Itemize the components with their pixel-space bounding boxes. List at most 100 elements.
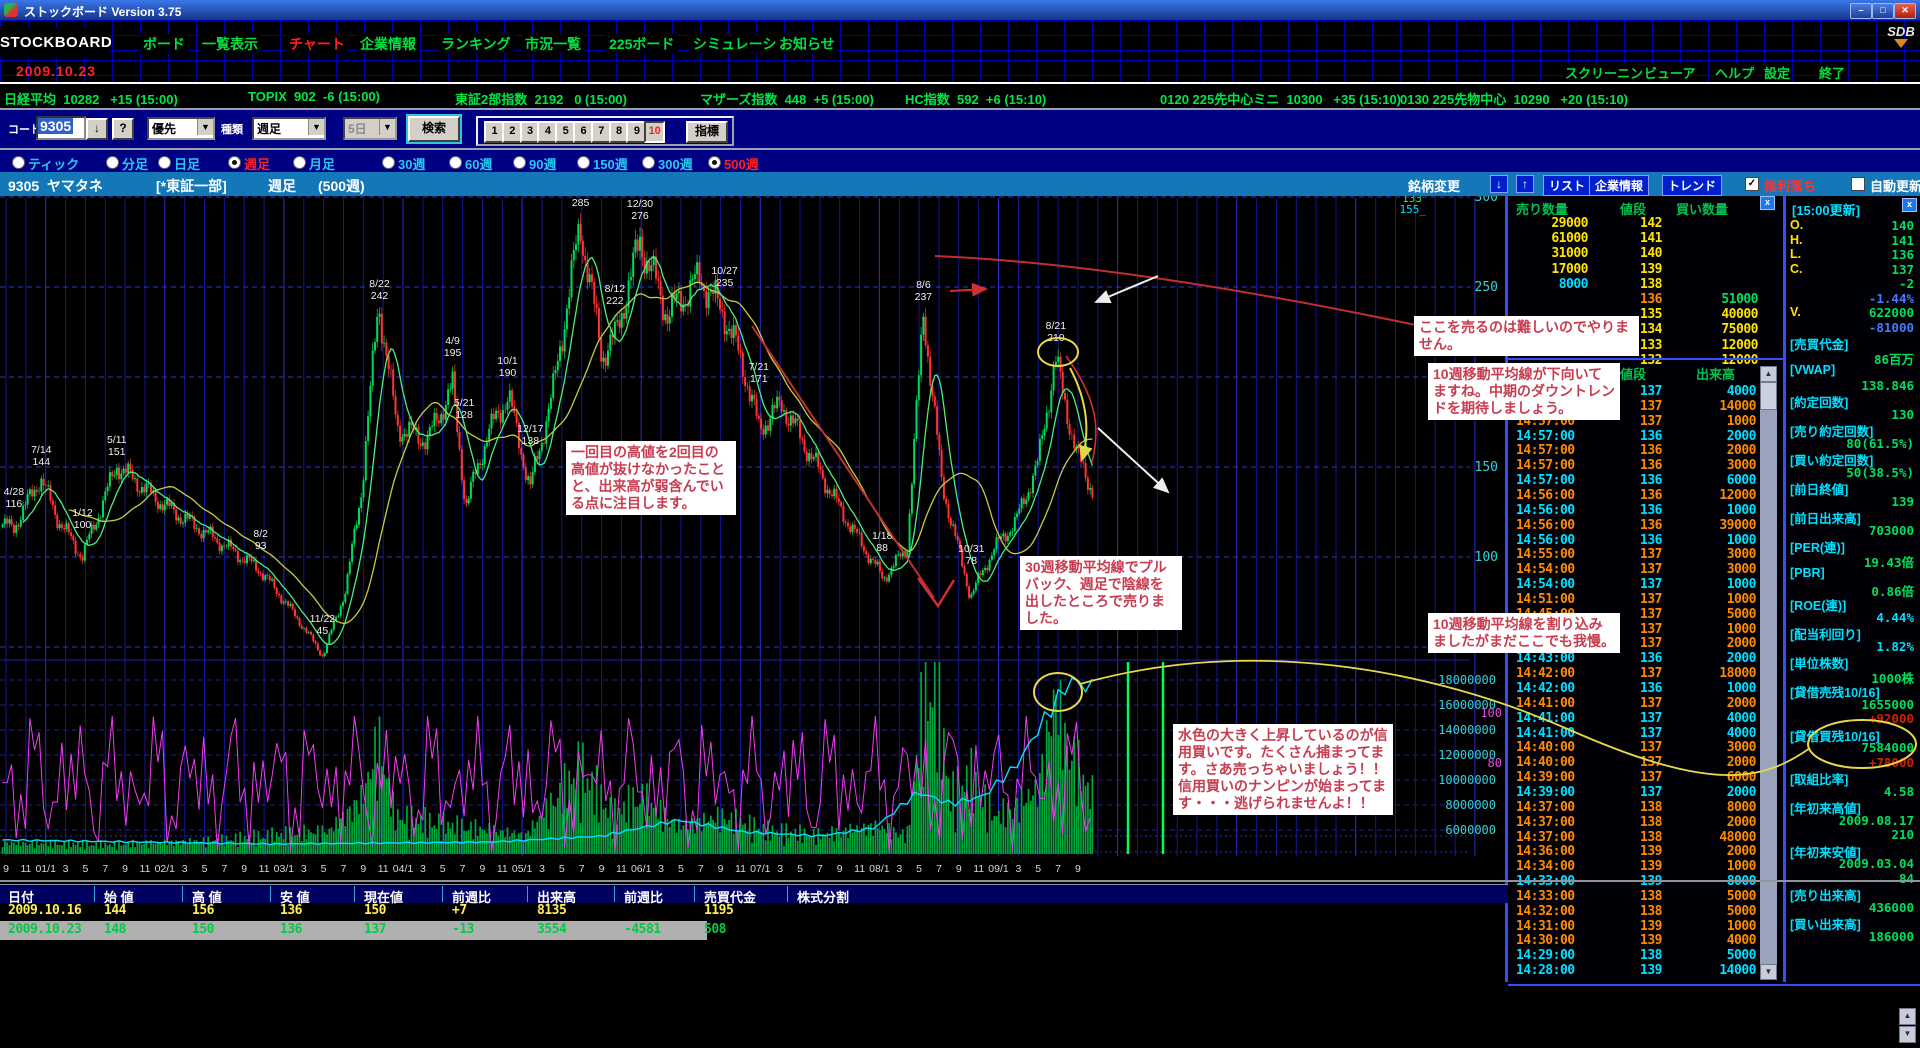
scrollbar-thumb[interactable] [1760, 382, 1777, 410]
radio-日足[interactable] [158, 156, 171, 169]
stats-value: 210 [1786, 827, 1914, 842]
ask-qty: 17000 [1508, 262, 1588, 277]
radio-60週[interactable] [449, 156, 462, 169]
tape-price: 139 [1608, 933, 1662, 948]
tape-time: 14:56:00 [1516, 488, 1575, 503]
tape-time: 14:40:00 [1516, 740, 1575, 755]
priority-select[interactable]: 優先▼ [147, 117, 215, 140]
scroll-down-icon[interactable]: ▼ [1899, 1026, 1916, 1043]
table-cell: -4581 [624, 922, 661, 937]
info-button-トレンド[interactable]: トレンド [1662, 175, 1722, 196]
maximize-button[interactable]: □ [1872, 3, 1894, 19]
radio-label-分足: 分足 [122, 154, 148, 173]
radio-30週[interactable] [382, 156, 395, 169]
ticker-item: TOPIX 902 -6 (15:00) [248, 89, 380, 104]
info-button-↓[interactable]: ↓ [1490, 175, 1508, 193]
svg-text:7: 7 [817, 863, 823, 875]
menu-item-ランキング[interactable]: ランキング [438, 34, 514, 54]
auto-update-checkbox[interactable] [1851, 177, 1865, 191]
tape-price: 136 [1608, 429, 1662, 444]
change-stock-label: 銘柄変更 [1408, 176, 1460, 195]
tape-volume: 2000 [1672, 815, 1756, 830]
scroll-down-icon[interactable]: ▼ [1760, 964, 1777, 980]
close-icon[interactable]: x [1902, 198, 1917, 212]
header-separator [787, 886, 788, 902]
radio-90週[interactable] [513, 156, 526, 169]
radio-週足[interactable] [228, 156, 241, 169]
right-menu-ビューア[interactable]: ビューア [1642, 63, 1697, 82]
tape-volume: 18000 [1672, 666, 1756, 681]
tape-scrollbar[interactable] [1760, 366, 1777, 978]
tape-price: 136 [1608, 503, 1662, 518]
stats-value: 138.846 [1786, 378, 1914, 393]
info-button-↑[interactable]: ↑ [1516, 175, 1534, 193]
bid-qty: 40000 [1678, 307, 1758, 322]
header-separator [354, 886, 355, 902]
period-select[interactable]: 週足▼ [252, 117, 326, 140]
right-menu-設定[interactable]: 設定 [1762, 63, 1792, 82]
right-menu-ヘルプ[interactable]: ヘルプ [1713, 63, 1756, 82]
radio-500週[interactable] [708, 156, 721, 169]
svg-text:285: 285 [572, 197, 590, 209]
radio-label-300週: 300週 [658, 154, 693, 173]
stock-code-name: 9305 ヤマタネ [8, 176, 103, 196]
help-button[interactable]: ? [112, 118, 134, 140]
svg-text:10/1: 10/1 [497, 355, 518, 367]
svg-text:01/1: 01/1 [35, 863, 56, 875]
indicator-button[interactable]: 指標 [686, 121, 728, 143]
header-separator [442, 886, 443, 902]
right-menu-終了[interactable]: 終了 [1817, 63, 1847, 82]
minimize-button[interactable]: – [1850, 3, 1872, 19]
tape-volume: 1000 [1672, 414, 1756, 429]
tape-time: 14:41:00 [1516, 696, 1575, 711]
svg-text:02/1: 02/1 [155, 863, 176, 875]
stock-period: 週足 [268, 176, 296, 196]
close-icon[interactable]: x [1760, 196, 1775, 210]
tape-price: 137 [1608, 666, 1662, 681]
info-button-企業情報[interactable]: 企業情報 [1589, 175, 1649, 196]
order-book-panel: 売り数量値段買い数量x29000142610001413100014017000… [1508, 196, 1784, 982]
svg-text:195: 195 [444, 347, 462, 359]
code-input[interactable]: 9305 [36, 116, 86, 140]
radio-月足[interactable] [293, 156, 306, 169]
svg-text:9: 9 [241, 863, 247, 875]
svg-text:10000000: 10000000 [1438, 773, 1496, 787]
tape-volume: 39000 [1672, 518, 1756, 533]
scroll-up-icon[interactable]: ▲ [1899, 1008, 1916, 1025]
stats-value: -81000 [1786, 320, 1914, 335]
tape-volume: 2000 [1672, 755, 1756, 770]
chart-toolbar: コード 9305 ↓ ? 優先▼ 種類 週足▼ 5日▼ 検索 123456789… [0, 108, 1920, 150]
radio-150週[interactable] [577, 156, 590, 169]
rights-checkbox[interactable]: ✓ [1745, 177, 1759, 191]
menu-item-チャート[interactable]: チャート [286, 34, 348, 54]
menu-item-企業情報[interactable]: 企業情報 [357, 34, 419, 54]
radio-300週[interactable] [642, 156, 655, 169]
search-button[interactable]: 検索 [408, 116, 460, 142]
tape-price: 136 [1608, 443, 1662, 458]
svg-text:11: 11 [259, 863, 270, 875]
radio-label-90週: 90週 [529, 154, 556, 173]
radio-分足[interactable] [106, 156, 119, 169]
stats-value: 139 [1786, 494, 1914, 509]
code-down-button[interactable]: ↓ [86, 118, 108, 140]
info-button-リスト[interactable]: リスト [1543, 175, 1591, 196]
panel-divider [1508, 358, 1783, 360]
scroll-up-icon[interactable]: ▲ [1760, 366, 1777, 382]
menu-item-一覧表示[interactable]: 一覧表示 [199, 34, 261, 54]
tape-price: 136 [1608, 533, 1662, 548]
svg-text:138: 138 [522, 435, 540, 447]
tape-volume: 2000 [1672, 443, 1756, 458]
tape-price: 136 [1608, 651, 1662, 666]
radio-ティック[interactable] [12, 156, 25, 169]
close-button[interactable]: ✕ [1894, 3, 1916, 19]
menu-item-市況一覧[interactable]: 市況一覧 [522, 34, 584, 54]
menu-item-ボード[interactable]: ボード [140, 34, 188, 54]
page-button-10[interactable]: 10 [644, 121, 665, 143]
ticker-item: 0130 225先物中心 10290 +20 (15:10) [1400, 89, 1628, 108]
stats-value: +78000 [1786, 755, 1914, 770]
menu-item-お知らせ[interactable]: お知らせ [776, 34, 838, 54]
svg-text:04/1: 04/1 [393, 863, 414, 875]
menu-item-225ボード[interactable]: 225ボード [606, 34, 677, 54]
tape-price: 137 [1608, 785, 1662, 800]
svg-text:11/22: 11/22 [310, 613, 336, 625]
